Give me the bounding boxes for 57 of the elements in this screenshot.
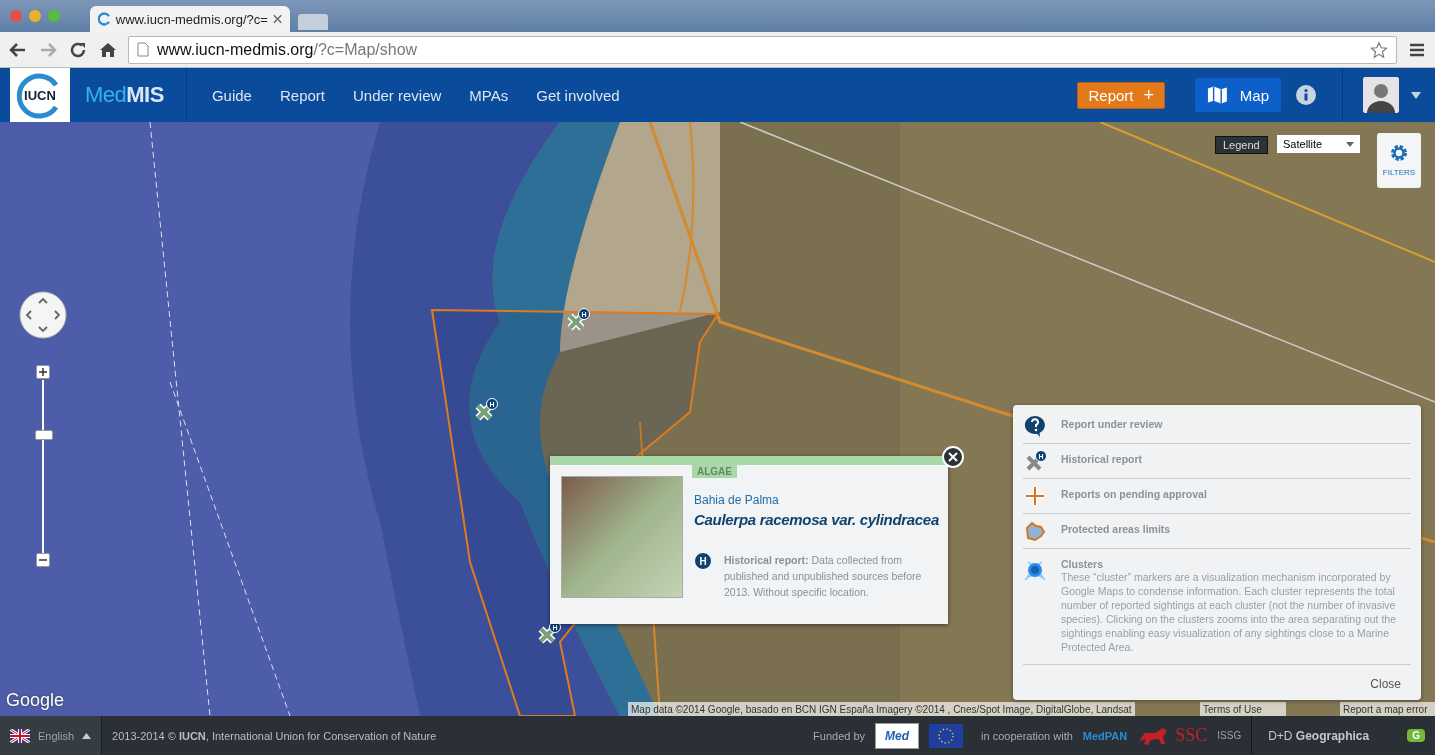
language-selector[interactable]: English — [0, 716, 103, 755]
page-icon — [137, 42, 149, 57]
credit-link[interactable]: D+D Geographica G — [1251, 716, 1435, 755]
speech-question-icon — [1023, 415, 1047, 437]
browser-tab[interactable]: www.iucn-medmis.org/?c= — [90, 6, 290, 32]
caret-icon[interactable] — [1411, 91, 1421, 99]
funded-by-label: Funded by — [813, 729, 866, 742]
close-link[interactable]: Close — [1360, 677, 1411, 691]
terms-link[interactable]: Terms of Use — [1200, 702, 1286, 716]
nav-link[interactable]: Guide — [211, 86, 252, 104]
zoom-out-button[interactable] — [36, 553, 50, 567]
medpan-logo[interactable]: MedPAN — [1082, 729, 1128, 742]
iucn-logo[interactable]: IUCN — [10, 68, 70, 122]
location-link[interactable]: Bahia de Palma — [694, 493, 923, 507]
caret-icon — [1346, 141, 1354, 147]
plus-icon — [37, 366, 49, 378]
nav-link[interactable]: Under review — [353, 86, 442, 104]
report-map-error-link[interactable]: Report a map error — [1340, 702, 1435, 716]
legend-description: These “cluster” markers are a visualization mechanism incorporated by Google Maps to condense information. Each cluster represents the total number of reported sightings at each cluster (not the number of invasive species). Clicking on the clusters zooms into the area separating out the sightings enabling easy visualization of any sightings close to a Marine Protected Area. — [1061, 570, 1397, 654]
map-attribution: Map data ©2014 Google, basado en BCN IGN España Imagery ©2014 , Cnes/Spot Image, DigitalGlobe, Landsat — [628, 702, 1135, 716]
user-avatar[interactable] — [1363, 77, 1399, 113]
map-icon — [1207, 85, 1228, 105]
legend-label: Reports on pending approval — [1061, 487, 1207, 502]
pan-control[interactable] — [19, 291, 67, 339]
legend-button[interactable]: Legend — [1215, 136, 1268, 154]
close-icon[interactable] — [272, 14, 282, 24]
bookmark-star-icon[interactable] — [1370, 40, 1388, 59]
copyright-text: 2013-2014 © IUCN, International Union for Conservation of Nature — [112, 729, 437, 742]
zoom-slider-handle[interactable] — [35, 430, 53, 440]
area-shape-icon — [1023, 520, 1047, 542]
legend-label: Protected areas limits — [1061, 522, 1171, 537]
info-icon[interactable] — [1296, 85, 1316, 105]
caret-icon — [82, 732, 92, 739]
flag-icon — [10, 728, 30, 743]
cooperation-label: in cooperation with — [981, 729, 1073, 742]
legend-label: Historical report — [1061, 452, 1143, 467]
map-type-dropdown[interactable]: Satellite — [1277, 135, 1360, 153]
med-logo[interactable]: Med — [875, 722, 920, 749]
species-name: Caulerpa racemosa var. cylindracea — [694, 511, 939, 528]
category-tag: ALGAE — [692, 465, 737, 478]
nav-link[interactable]: Report — [279, 86, 325, 104]
issg-logo[interactable]: ISSG — [1217, 730, 1242, 741]
eu-flag-icon[interactable] — [929, 723, 964, 748]
historical-badge-icon: H — [694, 552, 712, 570]
plus-marker-icon — [1023, 485, 1047, 507]
legend-label: Report under review — [1061, 417, 1163, 432]
address-bar[interactable]: www.iucn-medmis.org/?c=Map/show — [128, 35, 1397, 64]
report-note: Historical report: Data collected from published and unpublished sources before 2013. Without specific location. — [724, 553, 923, 600]
legend-label: Clusters — [1061, 557, 1104, 570]
map-button[interactable]: Map — [1195, 78, 1281, 112]
zoom-in-button[interactable] — [36, 365, 50, 379]
nav-link[interactable]: Get involved — [536, 86, 620, 104]
google-logo[interactable]: Google — [6, 690, 65, 711]
gear-icon — [1390, 144, 1408, 162]
favicon — [98, 12, 111, 26]
filters-button[interactable]: FILTERS — [1377, 133, 1421, 188]
nav-link[interactable]: MPAs — [469, 86, 509, 104]
